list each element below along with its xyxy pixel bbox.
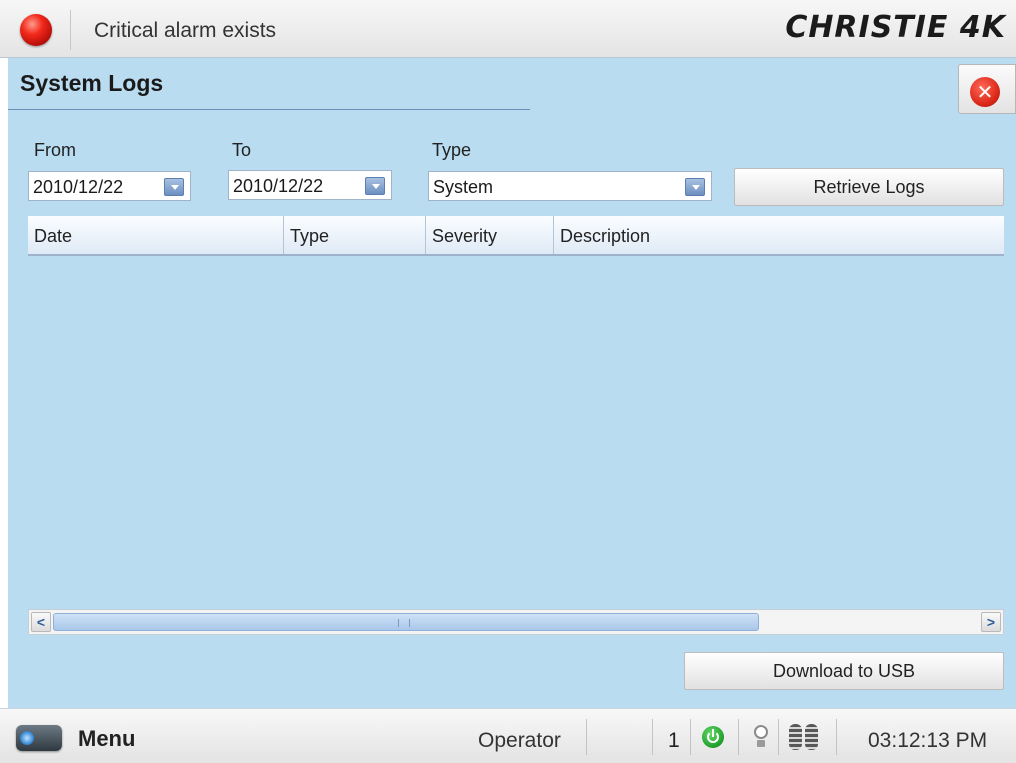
divider (70, 10, 71, 50)
to-label: To (232, 140, 252, 160)
brand-logo: CHRISTIE 4K (785, 10, 1006, 45)
scroll-right-icon[interactable]: > (981, 612, 1001, 632)
log-type-select[interactable]: System (428, 171, 712, 201)
from-date-value: 2010/12/22 (33, 177, 124, 197)
bottom-status-bar: Menu Operator 1 03:12:13 PM (0, 708, 1016, 763)
clock-time: 03:12:13 PM (868, 729, 988, 752)
dropdown-arrow-icon[interactable] (164, 178, 184, 196)
divider (778, 719, 779, 755)
from-label: From (34, 140, 76, 160)
close-x-icon: ✕ (970, 77, 1000, 107)
column-header-description[interactable]: Description (554, 216, 1004, 254)
top-status-bar: Critical alarm exists CHRISTIE 4K (0, 0, 1016, 58)
dropdown-arrow-icon[interactable] (685, 178, 705, 196)
alarm-light-icon[interactable] (20, 14, 52, 46)
log-table-header: Date Type Severity Description (28, 216, 1004, 256)
film-reel-icon[interactable] (787, 721, 821, 753)
scrollbar-thumb[interactable] (53, 613, 759, 631)
channel-count[interactable]: 1 (668, 729, 680, 753)
projector-icon[interactable] (16, 725, 62, 751)
lamp-bulb-icon[interactable] (753, 725, 769, 749)
type-label: Type (432, 140, 472, 160)
alarm-message[interactable]: Critical alarm exists (94, 19, 276, 43)
to-date-select[interactable]: 2010/12/22 (228, 170, 392, 200)
divider (738, 719, 739, 755)
system-logs-panel: System Logs ✕ From 2010/12/22 To 2010/12… (8, 58, 1016, 708)
column-header-type[interactable]: Type (284, 216, 426, 254)
divider (652, 719, 653, 755)
dropdown-arrow-icon[interactable] (365, 177, 385, 195)
download-to-usb-button[interactable]: Download to USB (684, 652, 1004, 690)
menu-button[interactable]: Menu (78, 726, 135, 752)
log-type-value: System (433, 177, 494, 197)
page-title: System Logs (20, 70, 164, 96)
title-divider (8, 109, 530, 110)
divider (690, 719, 691, 755)
column-header-severity[interactable]: Severity (426, 216, 554, 254)
power-icon[interactable] (702, 726, 724, 748)
to-date-value: 2010/12/22 (233, 176, 324, 196)
divider (586, 719, 587, 755)
horizontal-scrollbar[interactable]: < > (28, 609, 1004, 635)
divider (836, 719, 837, 755)
close-button[interactable]: ✕ (958, 64, 1016, 114)
retrieve-logs-button[interactable]: Retrieve Logs (734, 168, 1004, 206)
grip-icon (398, 619, 410, 627)
from-date-select[interactable]: 2010/12/22 (28, 171, 191, 201)
log-table-body[interactable] (28, 258, 1004, 608)
column-header-date[interactable]: Date (28, 216, 284, 254)
user-role-label[interactable]: Operator (478, 729, 561, 753)
scroll-left-icon[interactable]: < (31, 612, 51, 632)
